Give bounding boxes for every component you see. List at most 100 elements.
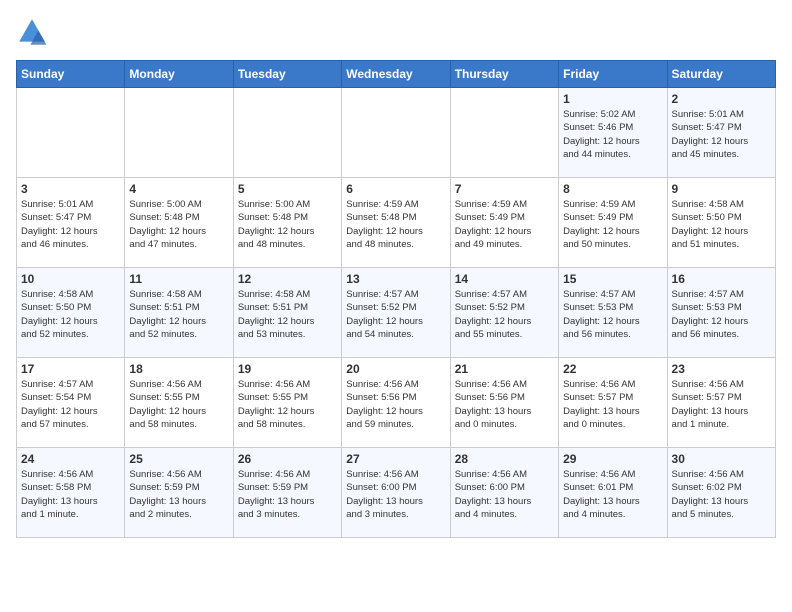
calendar-cell: 28 Sunrise: 4:56 AM Sunset: 6:00 PM Dayli… [450,448,558,538]
day-number: 10 [21,272,120,286]
calendar-cell [450,88,558,178]
day-number: 17 [21,362,120,376]
calendar-cell: 27 Sunrise: 4:56 AM Sunset: 6:00 PM Dayli… [342,448,450,538]
calendar-cell: 3 Sunrise: 5:01 AM Sunset: 5:47 PM Daylig… [17,178,125,268]
day-info: Sunrise: 4:59 AM Sunset: 5:49 PM Dayligh… [563,198,662,251]
day-number: 9 [672,182,771,196]
header-tuesday: Tuesday [233,61,341,88]
day-info: Sunrise: 5:01 AM Sunset: 5:47 PM Dayligh… [672,108,771,161]
day-number: 22 [563,362,662,376]
day-number: 16 [672,272,771,286]
day-number: 30 [672,452,771,466]
day-info: Sunrise: 5:00 AM Sunset: 5:48 PM Dayligh… [129,198,228,251]
day-info: Sunrise: 5:01 AM Sunset: 5:47 PM Dayligh… [21,198,120,251]
calendar-cell: 17 Sunrise: 4:57 AM Sunset: 5:54 PM Dayli… [17,358,125,448]
day-number: 1 [563,92,662,106]
day-number: 19 [238,362,337,376]
day-number: 13 [346,272,445,286]
calendar-cell: 15 Sunrise: 4:57 AM Sunset: 5:53 PM Dayli… [559,268,667,358]
calendar-cell: 12 Sunrise: 4:58 AM Sunset: 5:51 PM Dayli… [233,268,341,358]
day-number: 24 [21,452,120,466]
calendar-cell: 21 Sunrise: 4:56 AM Sunset: 5:56 PM Dayli… [450,358,558,448]
calendar-cell: 6 Sunrise: 4:59 AM Sunset: 5:48 PM Daylig… [342,178,450,268]
calendar-cell: 11 Sunrise: 4:58 AM Sunset: 5:51 PM Dayli… [125,268,233,358]
header-saturday: Saturday [667,61,775,88]
day-info: Sunrise: 4:56 AM Sunset: 6:00 PM Dayligh… [346,468,445,521]
day-number: 8 [563,182,662,196]
day-info: Sunrise: 4:56 AM Sunset: 5:57 PM Dayligh… [563,378,662,431]
day-number: 12 [238,272,337,286]
day-info: Sunrise: 4:57 AM Sunset: 5:52 PM Dayligh… [346,288,445,341]
day-info: Sunrise: 4:56 AM Sunset: 5:56 PM Dayligh… [455,378,554,431]
day-number: 21 [455,362,554,376]
calendar-week-1: 1 Sunrise: 5:02 AM Sunset: 5:46 PM Daylig… [17,88,776,178]
day-info: Sunrise: 4:57 AM Sunset: 5:52 PM Dayligh… [455,288,554,341]
page-header [16,16,776,48]
day-number: 7 [455,182,554,196]
day-number: 29 [563,452,662,466]
day-info: Sunrise: 5:00 AM Sunset: 5:48 PM Dayligh… [238,198,337,251]
calendar-cell [125,88,233,178]
day-info: Sunrise: 4:56 AM Sunset: 5:56 PM Dayligh… [346,378,445,431]
day-info: Sunrise: 4:56 AM Sunset: 6:00 PM Dayligh… [455,468,554,521]
calendar-cell [17,88,125,178]
day-number: 2 [672,92,771,106]
day-number: 14 [455,272,554,286]
day-info: Sunrise: 4:56 AM Sunset: 5:57 PM Dayligh… [672,378,771,431]
day-number: 18 [129,362,228,376]
calendar-table: SundayMondayTuesdayWednesdayThursdayFrid… [16,60,776,538]
day-number: 23 [672,362,771,376]
day-info: Sunrise: 4:57 AM Sunset: 5:54 PM Dayligh… [21,378,120,431]
calendar-cell: 25 Sunrise: 4:56 AM Sunset: 5:59 PM Dayli… [125,448,233,538]
day-info: Sunrise: 4:56 AM Sunset: 5:59 PM Dayligh… [238,468,337,521]
calendar-cell: 24Sunrise: 4:56 AM Sunset: 5:58 PM Dayli… [17,448,125,538]
day-info: Sunrise: 4:58 AM Sunset: 5:51 PM Dayligh… [129,288,228,341]
calendar-header-row: SundayMondayTuesdayWednesdayThursdayFrid… [17,61,776,88]
day-number: 6 [346,182,445,196]
day-number: 26 [238,452,337,466]
day-info: Sunrise: 4:58 AM Sunset: 5:51 PM Dayligh… [238,288,337,341]
day-info: Sunrise: 4:59 AM Sunset: 5:49 PM Dayligh… [455,198,554,251]
calendar-cell: 19Sunrise: 4:56 AM Sunset: 5:55 PM Dayli… [233,358,341,448]
calendar-cell: 23 Sunrise: 4:56 AM Sunset: 5:57 PM Dayli… [667,358,775,448]
calendar-cell: 2 Sunrise: 5:01 AM Sunset: 5:47 PM Daylig… [667,88,775,178]
calendar-cell: 1 Sunrise: 5:02 AM Sunset: 5:46 PM Daylig… [559,88,667,178]
day-number: 11 [129,272,228,286]
calendar-cell: 18 Sunrise: 4:56 AM Sunset: 5:55 PM Dayli… [125,358,233,448]
day-number: 3 [21,182,120,196]
day-info: Sunrise: 4:56 AM Sunset: 6:02 PM Dayligh… [672,468,771,521]
header-friday: Friday [559,61,667,88]
calendar-cell: 5 Sunrise: 5:00 AM Sunset: 5:48 PM Daylig… [233,178,341,268]
header-monday: Monday [125,61,233,88]
calendar-cell: 20Sunrise: 4:56 AM Sunset: 5:56 PM Dayli… [342,358,450,448]
calendar-cell: 22 Sunrise: 4:56 AM Sunset: 5:57 PM Dayli… [559,358,667,448]
day-info: Sunrise: 4:57 AM Sunset: 5:53 PM Dayligh… [563,288,662,341]
calendar-cell: 14 Sunrise: 4:57 AM Sunset: 5:52 PM Dayli… [450,268,558,358]
day-number: 28 [455,452,554,466]
day-info: Sunrise: 4:56 AM Sunset: 6:01 PM Dayligh… [563,468,662,521]
logo-icon [16,16,48,48]
header-wednesday: Wednesday [342,61,450,88]
day-info: Sunrise: 4:59 AM Sunset: 5:48 PM Dayligh… [346,198,445,251]
day-number: 27 [346,452,445,466]
day-info: Sunrise: 4:58 AM Sunset: 5:50 PM Dayligh… [21,288,120,341]
calendar-cell: 4 Sunrise: 5:00 AM Sunset: 5:48 PM Daylig… [125,178,233,268]
day-info: Sunrise: 4:57 AM Sunset: 5:53 PM Dayligh… [672,288,771,341]
calendar-cell: 30 Sunrise: 4:56 AM Sunset: 6:02 PM Dayli… [667,448,775,538]
day-info: Sunrise: 4:56 AM Sunset: 5:59 PM Dayligh… [129,468,228,521]
day-info: Sunrise: 4:58 AM Sunset: 5:50 PM Dayligh… [672,198,771,251]
calendar-week-3: 10 Sunrise: 4:58 AM Sunset: 5:50 PM Dayli… [17,268,776,358]
header-thursday: Thursday [450,61,558,88]
calendar-week-2: 3 Sunrise: 5:01 AM Sunset: 5:47 PM Daylig… [17,178,776,268]
day-info: Sunrise: 4:56 AM Sunset: 5:55 PM Dayligh… [129,378,228,431]
day-info: Sunrise: 5:02 AM Sunset: 5:46 PM Dayligh… [563,108,662,161]
day-number: 5 [238,182,337,196]
calendar-cell: 9 Sunrise: 4:58 AM Sunset: 5:50 PM Daylig… [667,178,775,268]
calendar-cell [342,88,450,178]
day-number: 25 [129,452,228,466]
day-number: 4 [129,182,228,196]
calendar-cell: 8 Sunrise: 4:59 AM Sunset: 5:49 PM Daylig… [559,178,667,268]
day-number: 15 [563,272,662,286]
header-sunday: Sunday [17,61,125,88]
calendar-week-5: 24Sunrise: 4:56 AM Sunset: 5:58 PM Dayli… [17,448,776,538]
